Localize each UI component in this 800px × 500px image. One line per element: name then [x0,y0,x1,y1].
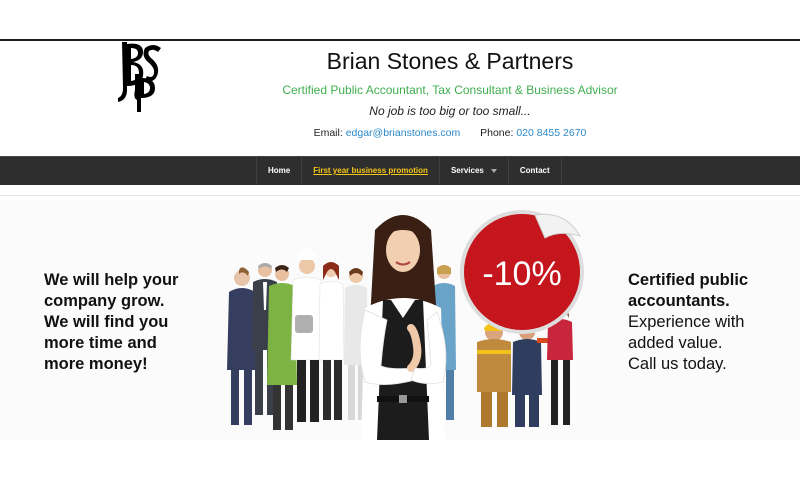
nav-home[interactable]: Home [257,157,303,185]
crowd-figure [318,262,345,420]
contact-line: Email: edgar@brianstones.com Phone: 020 … [0,127,800,139]
banner-right-line: Experience with [628,313,745,331]
banner-right-line: added value. [628,334,723,352]
crowd-figure [512,323,551,427]
nav-contact[interactable]: Contact [509,157,562,185]
discount-badge: -10% [460,210,584,334]
email-link[interactable]: edgar@brianstones.com [346,127,461,139]
banner-left-text: We will help your company grow. We will … [44,270,178,375]
crowd-figure [477,322,511,427]
banner-left-line: more time and [44,334,157,352]
main-navbar: Home First year business promotion Servi… [0,156,800,185]
banner-right-line: accountants. [628,292,730,310]
site-title: Brian Stones & Partners [326,48,574,74]
discount-text: -10% [482,255,561,293]
email-label: Email: [313,127,343,139]
banner-left-line: company grow. [44,292,165,310]
businesswoman-figure [359,215,447,440]
banner-left-line: We will find you [44,313,169,331]
divider [0,195,800,196]
crowd-figure [290,248,324,422]
team-illustration: -10% [227,210,584,440]
nav-business-promotion[interactable]: First year business promotion [302,157,440,185]
phone-label: Phone: [480,127,514,139]
banner-left-line: more money! [44,355,148,373]
chevron-down-icon [490,168,497,173]
nav-menu: Home First year business promotion Servi… [256,157,562,185]
banner-left-line: We will help your [44,271,179,289]
hero-banner: We will help your company grow. We will … [0,200,800,440]
banner-right-text: Certified public accountants. Experience… [628,270,748,375]
nav-services-label: Services [450,166,484,175]
banner-right-line: Certified public [628,271,749,289]
site-tagline: Certified Public Accountant, Tax Consult… [282,83,618,97]
site-motto: No job is too big or too small... [369,104,531,118]
nav-services[interactable]: Services [440,157,509,185]
banner-right-line: Call us today. [628,355,727,373]
phone-link[interactable]: 020 8455 2670 [516,127,586,139]
